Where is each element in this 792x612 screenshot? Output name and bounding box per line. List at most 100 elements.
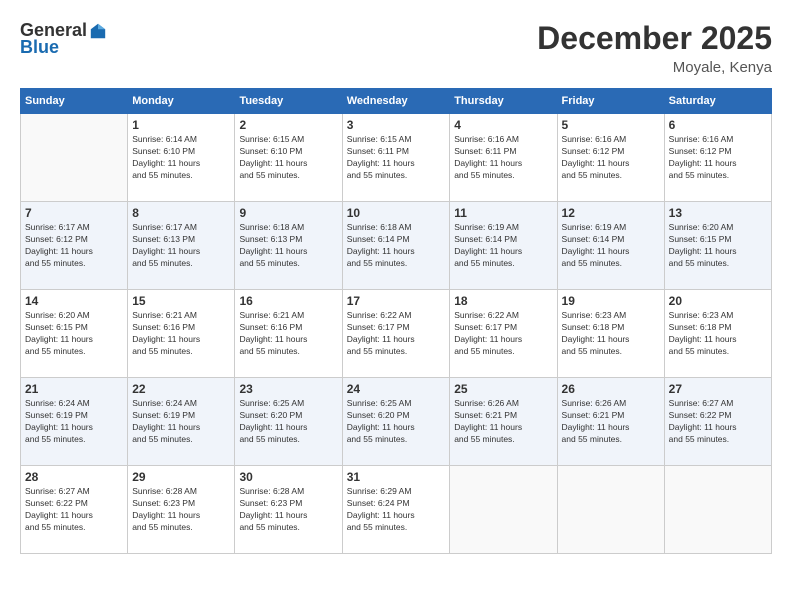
location: Moyale, Kenya	[537, 59, 772, 76]
table-row: 27 Sunrise: 6:27 AMSunset: 6:22 PMDayligh…	[664, 378, 771, 466]
day-number: 16	[239, 294, 337, 308]
header: General Blue December 2025 Moyale, Kenya	[20, 20, 772, 76]
calendar-week-row: 21 Sunrise: 6:24 AMSunset: 6:19 PMDayligh…	[21, 378, 772, 466]
table-row: 30 Sunrise: 6:28 AMSunset: 6:23 PMDayligh…	[235, 466, 342, 554]
table-row: 18 Sunrise: 6:22 AMSunset: 6:17 PMDayligh…	[450, 290, 557, 378]
day-number: 7	[25, 206, 123, 220]
day-number: 13	[669, 206, 767, 220]
day-number: 6	[669, 118, 767, 132]
day-number: 2	[239, 118, 337, 132]
col-saturday: Saturday	[664, 89, 771, 114]
table-row: 21Sunrise: 6:24 AMSunset: 6:19 PMDayligh…	[21, 378, 128, 466]
table-row: 7 Sunrise: 6:17 AMSunset: 6:12 PMDaylight…	[21, 202, 128, 290]
day-number: 11	[454, 206, 552, 220]
day-info: Sunrise: 6:23 AMSunset: 6:18 PMDaylight:…	[562, 310, 660, 358]
day-number: 9	[239, 206, 337, 220]
table-row: 24 Sunrise: 6:25 AMSunset: 6:20 PMDayligh…	[342, 378, 449, 466]
table-row: 15 Sunrise: 6:21 AMSunset: 6:16 PMDayligh…	[128, 290, 235, 378]
table-row: 8 Sunrise: 6:17 AMSunset: 6:13 PMDaylight…	[128, 202, 235, 290]
day-info: Sunrise: 6:15 AMSunset: 6:10 PMDaylight:…	[239, 134, 337, 182]
calendar-week-row: 7 Sunrise: 6:17 AMSunset: 6:12 PMDaylight…	[21, 202, 772, 290]
day-number: 14	[25, 294, 123, 308]
day-number: 19	[562, 294, 660, 308]
day-number: 26	[562, 382, 660, 396]
day-info: Sunrise: 6:25 AMSunset: 6:20 PMDaylight:…	[239, 398, 337, 446]
table-row	[21, 114, 128, 202]
day-number: 20	[669, 294, 767, 308]
day-number: 8	[132, 206, 230, 220]
table-row: 22 Sunrise: 6:24 AMSunset: 6:19 PMDayligh…	[128, 378, 235, 466]
day-number: 3	[347, 118, 445, 132]
day-info: Sunrise: 6:16 AMSunset: 6:12 PMDaylight:…	[669, 134, 767, 182]
table-row: 12Sunrise: 6:19 AMSunset: 6:14 PMDayligh…	[557, 202, 664, 290]
day-info: Sunrise: 6:22 AMSunset: 6:17 PMDaylight:…	[454, 310, 552, 358]
page: General Blue December 2025 Moyale, Kenya…	[0, 0, 792, 612]
table-row: 16 Sunrise: 6:21 AMSunset: 6:16 PMDayligh…	[235, 290, 342, 378]
table-row: 25 Sunrise: 6:26 AMSunset: 6:21 PMDayligh…	[450, 378, 557, 466]
day-info: Sunrise: 6:19 AMSunset: 6:14 PMDaylight:…	[454, 222, 552, 270]
table-row: 20 Sunrise: 6:23 AMSunset: 6:18 PMDayligh…	[664, 290, 771, 378]
day-info: Sunrise: 6:25 AMSunset: 6:20 PMDaylight:…	[347, 398, 445, 446]
col-friday: Friday	[557, 89, 664, 114]
day-number: 15	[132, 294, 230, 308]
day-number: 4	[454, 118, 552, 132]
day-info: Sunrise: 6:18 AMSunset: 6:13 PMDaylight:…	[239, 222, 337, 270]
day-info: Sunrise: 6:29 AMSunset: 6:24 PMDaylight:…	[347, 486, 445, 534]
table-row: 6 Sunrise: 6:16 AMSunset: 6:12 PMDaylight…	[664, 114, 771, 202]
table-row	[664, 466, 771, 554]
table-row: 17Sunrise: 6:22 AMSunset: 6:17 PMDayligh…	[342, 290, 449, 378]
day-number: 22	[132, 382, 230, 396]
day-info: Sunrise: 6:16 AMSunset: 6:11 PMDaylight:…	[454, 134, 552, 182]
calendar-week-row: 28Sunrise: 6:27 AMSunset: 6:22 PMDayligh…	[21, 466, 772, 554]
table-row: 10Sunrise: 6:18 AMSunset: 6:14 PMDayligh…	[342, 202, 449, 290]
col-thursday: Thursday	[450, 89, 557, 114]
table-row: 4 Sunrise: 6:16 AMSunset: 6:11 PMDaylight…	[450, 114, 557, 202]
day-info: Sunrise: 6:17 AMSunset: 6:13 PMDaylight:…	[132, 222, 230, 270]
table-row: 2 Sunrise: 6:15 AMSunset: 6:10 PMDaylight…	[235, 114, 342, 202]
day-info: Sunrise: 6:24 AMSunset: 6:19 PMDaylight:…	[132, 398, 230, 446]
calendar-week-row: 1Sunrise: 6:14 AMSunset: 6:10 PMDaylight…	[21, 114, 772, 202]
calendar-week-row: 14Sunrise: 6:20 AMSunset: 6:15 PMDayligh…	[21, 290, 772, 378]
day-info: Sunrise: 6:26 AMSunset: 6:21 PMDaylight:…	[562, 398, 660, 446]
day-info: Sunrise: 6:26 AMSunset: 6:21 PMDaylight:…	[454, 398, 552, 446]
day-info: Sunrise: 6:21 AMSunset: 6:16 PMDaylight:…	[132, 310, 230, 358]
day-info: Sunrise: 6:15 AMSunset: 6:11 PMDaylight:…	[347, 134, 445, 182]
col-sunday: Sunday	[21, 89, 128, 114]
table-row: 31 Sunrise: 6:29 AMSunset: 6:24 PMDayligh…	[342, 466, 449, 554]
table-row: 23 Sunrise: 6:25 AMSunset: 6:20 PMDayligh…	[235, 378, 342, 466]
day-info: Sunrise: 6:14 AMSunset: 6:10 PMDaylight:…	[132, 134, 230, 182]
table-row: 29 Sunrise: 6:28 AMSunset: 6:23 PMDayligh…	[128, 466, 235, 554]
day-info: Sunrise: 6:17 AMSunset: 6:12 PMDaylight:…	[25, 222, 123, 270]
title-section: December 2025 Moyale, Kenya	[537, 20, 772, 76]
month-title: December 2025	[537, 20, 772, 57]
day-info: Sunrise: 6:27 AMSunset: 6:22 PMDaylight:…	[669, 398, 767, 446]
day-number: 24	[347, 382, 445, 396]
table-row: 13 Sunrise: 6:20 AMSunset: 6:15 PMDayligh…	[664, 202, 771, 290]
day-info: Sunrise: 6:21 AMSunset: 6:16 PMDaylight:…	[239, 310, 337, 358]
day-number: 25	[454, 382, 552, 396]
logo-icon	[89, 22, 107, 40]
table-row: 11 Sunrise: 6:19 AMSunset: 6:14 PMDayligh…	[450, 202, 557, 290]
day-info: Sunrise: 6:18 AMSunset: 6:14 PMDaylight:…	[347, 222, 445, 270]
day-number: 23	[239, 382, 337, 396]
day-number: 29	[132, 470, 230, 484]
day-number: 27	[669, 382, 767, 396]
day-number: 18	[454, 294, 552, 308]
col-wednesday: Wednesday	[342, 89, 449, 114]
table-row: 28Sunrise: 6:27 AMSunset: 6:22 PMDayligh…	[21, 466, 128, 554]
table-row	[450, 466, 557, 554]
table-row: 5 Sunrise: 6:16 AMSunset: 6:12 PMDaylight…	[557, 114, 664, 202]
day-info: Sunrise: 6:16 AMSunset: 6:12 PMDaylight:…	[562, 134, 660, 182]
table-row: 3 Sunrise: 6:15 AMSunset: 6:11 PMDaylight…	[342, 114, 449, 202]
day-number: 31	[347, 470, 445, 484]
day-info: Sunrise: 6:28 AMSunset: 6:23 PMDaylight:…	[239, 486, 337, 534]
table-row: 19 Sunrise: 6:23 AMSunset: 6:18 PMDayligh…	[557, 290, 664, 378]
day-info: Sunrise: 6:20 AMSunset: 6:15 PMDaylight:…	[669, 222, 767, 270]
day-info: Sunrise: 6:23 AMSunset: 6:18 PMDaylight:…	[669, 310, 767, 358]
day-number: 5	[562, 118, 660, 132]
day-number: 30	[239, 470, 337, 484]
day-info: Sunrise: 6:28 AMSunset: 6:23 PMDaylight:…	[132, 486, 230, 534]
day-number: 21	[25, 382, 123, 396]
table-row: 1Sunrise: 6:14 AMSunset: 6:10 PMDaylight…	[128, 114, 235, 202]
table-row: 9 Sunrise: 6:18 AMSunset: 6:13 PMDaylight…	[235, 202, 342, 290]
